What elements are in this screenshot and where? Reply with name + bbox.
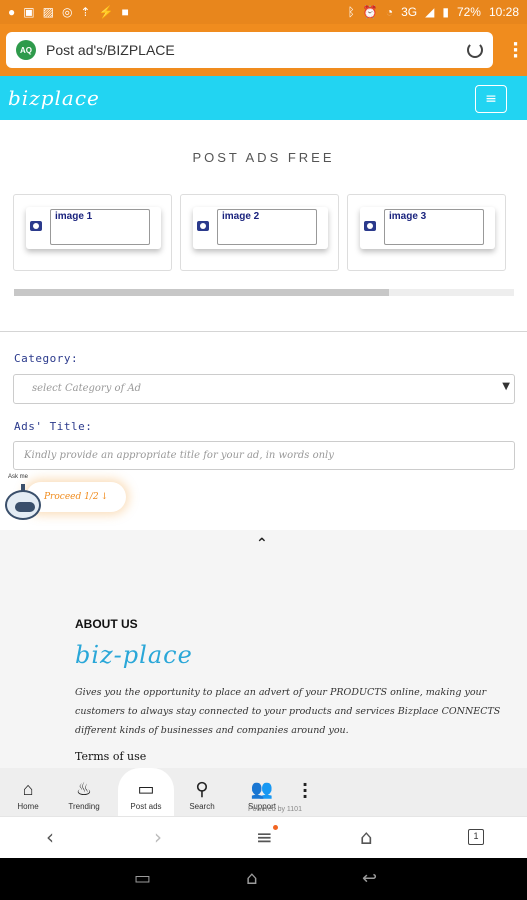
upload-progress-bar: [14, 289, 514, 296]
image-field-1[interactable]: image 1: [50, 209, 150, 245]
camera-icon[interactable]: [197, 221, 209, 231]
forward-icon[interactable]: ›: [154, 825, 162, 849]
ads-title-placeholder: Kindly provide an appropriate title for …: [24, 450, 334, 461]
nav-post-ads[interactable]: ▭ Post ads: [118, 768, 174, 816]
back-icon[interactable]: ‹: [46, 825, 54, 849]
whatsapp-icon: ◎: [61, 5, 73, 19]
tab-count-icon[interactable]: 1: [468, 829, 484, 845]
recent-apps-icon[interactable]: ▭: [134, 868, 151, 889]
clock: 10:28: [488, 5, 519, 19]
chatbot-robot-icon[interactable]: [2, 484, 44, 528]
browser-address-bar: AQ Post ad's/BIZPLACE · · ·: [0, 24, 527, 76]
upload-icon: ⇡: [80, 5, 91, 19]
site-header: bizplace ≡: [0, 76, 527, 120]
android-navigation-bar: ▭ ⌂ ↩: [0, 858, 527, 900]
upload-progress-fill: [14, 289, 389, 296]
nav-trending-label: Trending: [68, 802, 100, 811]
image-upload-slot[interactable]: image 3: [360, 207, 495, 249]
about-text: Gives you the opportunity to place an ad…: [75, 687, 501, 736]
status-bar: ● ▣ ▨ ◎ ⇡ ⚡ ■ ᛒ ⏰ ◔ 3G ◢ ▮ 72% 10:28: [0, 0, 527, 24]
about-logo: biz-place: [75, 641, 193, 669]
url-field[interactable]: AQ Post ad's/BIZPLACE: [6, 32, 493, 68]
nav-post-ads-label: Post ads: [130, 802, 162, 811]
message-icon: ▣: [23, 5, 35, 19]
nav-trending[interactable]: ♨ Trending: [62, 768, 106, 816]
hamburger-menu-button[interactable]: ≡: [475, 85, 507, 113]
home-icon: ⌂: [22, 779, 34, 799]
back-icon[interactable]: ↩: [362, 868, 377, 889]
site-favicon-icon: AQ: [16, 40, 36, 60]
search-icon: ⚲: [195, 779, 209, 799]
image-upload-slot[interactable]: image 2: [193, 207, 328, 249]
battery-icon: ▮: [442, 5, 449, 19]
network-type: 3G: [401, 5, 418, 19]
powered-by: Powered by 1101: [248, 806, 302, 813]
battery-level: 72%: [456, 5, 481, 19]
category-placeholder: select Category of Ad: [32, 383, 142, 394]
url-text: Post ad's/BIZPLACE: [46, 42, 175, 58]
nav-home[interactable]: ⌂ Home: [8, 768, 48, 816]
signal-icon: ◢: [425, 5, 435, 19]
ads-title-input[interactable]: Kindly provide an appropriate title for …: [13, 441, 515, 470]
page-title: POST ADS FREE: [192, 150, 335, 165]
menu-icon[interactable]: ≡: [256, 825, 273, 849]
site-logo[interactable]: bizplace: [8, 86, 100, 110]
ask-me-label: Ask me: [8, 474, 29, 480]
ads-title-label: Ads' Title:: [14, 420, 93, 433]
home-icon[interactable]: ⌂: [246, 868, 257, 889]
people-icon: 👥: [250, 779, 274, 799]
image-field-2[interactable]: image 2: [217, 209, 317, 245]
nav-search-label: Search: [189, 802, 215, 811]
camera-icon[interactable]: [30, 221, 42, 231]
chevron-up-icon[interactable]: ⌃: [256, 536, 268, 552]
image-upload-slot[interactable]: image 1: [26, 207, 161, 249]
notification-dot-icon: [273, 825, 278, 830]
category-label: Category:: [14, 352, 79, 365]
wifi-icon: ◔: [385, 5, 394, 19]
flame-icon: ♨: [75, 779, 93, 799]
post-ad-icon: ▭: [137, 779, 155, 799]
browser-toolbar: ‹ › ≡ ⌂ 1: [0, 816, 527, 858]
lock-icon: ■: [121, 5, 129, 19]
nav-home-label: Home: [17, 802, 39, 811]
about-title: ABOUT US: [75, 617, 138, 631]
alarm-icon: ⏰: [362, 5, 378, 19]
proceed-label: Proceed 1/2: [44, 492, 99, 502]
camera-icon[interactable]: [364, 221, 376, 231]
lightning-icon: ⚡: [98, 5, 114, 19]
image-icon: ▨: [42, 5, 54, 19]
category-select[interactable]: select Category of Ad ▼: [13, 374, 515, 404]
section-divider: [0, 331, 527, 332]
nav-search[interactable]: ⚲ Search: [182, 768, 222, 816]
image-upload-card: image 1: [13, 194, 172, 271]
browser-menu-icon[interactable]: · · ·: [512, 36, 519, 66]
terms-of-use-link[interactable]: Terms of use: [75, 750, 146, 763]
more-options-icon[interactable]: · · ·: [302, 777, 308, 805]
dropdown-arrow-icon: ▼: [502, 381, 510, 392]
image-upload-card: image 2: [180, 194, 339, 271]
arrow-down-icon: ↓: [100, 492, 109, 502]
bluetooth-icon: ᛒ: [347, 5, 355, 19]
image-field-3[interactable]: image 3: [384, 209, 484, 245]
image-upload-card: image 3: [347, 194, 506, 271]
reload-icon[interactable]: [467, 42, 483, 58]
home-icon[interactable]: ⌂: [360, 825, 373, 849]
notification-dot-icon: ●: [8, 5, 16, 19]
